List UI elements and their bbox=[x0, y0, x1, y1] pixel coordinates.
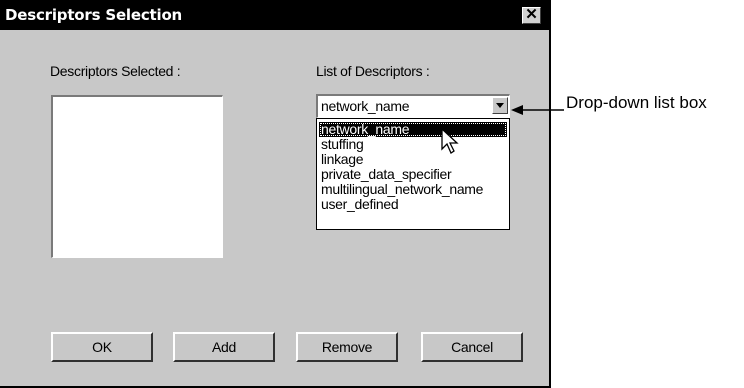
list-of-descriptors-label: List of Descriptors : bbox=[316, 63, 430, 79]
cancel-button[interactable]: Cancel bbox=[421, 332, 523, 362]
descriptors-selected-label: Descriptors Selected : bbox=[50, 63, 181, 79]
chevron-down-icon bbox=[496, 103, 504, 108]
close-icon: ✕ bbox=[525, 6, 538, 23]
dropdown-option-linkage[interactable]: linkage bbox=[319, 152, 507, 167]
dropdown-option-private-data-specifier[interactable]: private_data_specifier bbox=[319, 167, 507, 182]
descriptors-combo-box[interactable]: network_name bbox=[316, 94, 510, 118]
ok-button[interactable]: OK bbox=[51, 332, 153, 362]
close-button[interactable]: ✕ bbox=[522, 7, 541, 24]
add-button[interactable]: Add bbox=[173, 332, 275, 362]
dropdown-button[interactable] bbox=[492, 97, 508, 114]
descriptors-selected-listbox[interactable] bbox=[51, 95, 223, 258]
callout-arrow bbox=[511, 105, 564, 115]
dialog-title: Descriptors Selection bbox=[5, 6, 183, 24]
title-bar[interactable]: Descriptors Selection ✕ bbox=[0, 0, 549, 30]
dropdown-option-network-name[interactable]: network_name bbox=[319, 122, 507, 137]
combo-selected-value: network_name bbox=[321, 98, 410, 114]
remove-button[interactable]: Remove bbox=[296, 332, 398, 362]
dropdown-option-user-defined[interactable]: user_defined bbox=[319, 197, 507, 212]
dropdown-option-stuffing[interactable]: stuffing bbox=[319, 137, 507, 152]
dropdown-option-multilingual-network-name[interactable]: multilingual_network_name bbox=[319, 182, 507, 197]
descriptors-dropdown-list[interactable]: network_name stuffing linkage private_da… bbox=[316, 118, 510, 230]
descriptors-selection-dialog: Descriptors Selection ✕ Descriptors Sele… bbox=[0, 0, 551, 388]
callout-label: Drop-down list box bbox=[566, 93, 707, 112]
mouse-pointer-icon bbox=[441, 128, 459, 154]
